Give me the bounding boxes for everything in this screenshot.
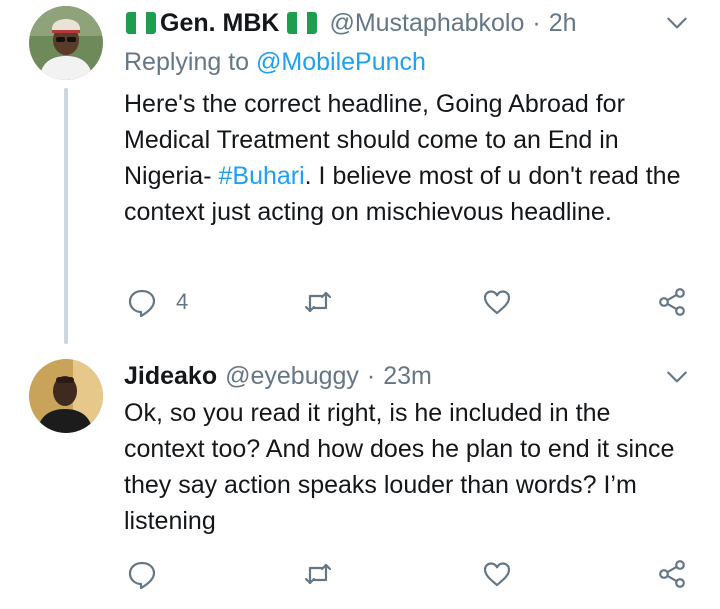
tweet-header: Gen. MBK @Mustaphabkolo · 2h xyxy=(124,5,577,41)
display-name[interactable]: Jideako xyxy=(124,362,217,391)
share-icon xyxy=(659,288,685,316)
timestamp[interactable]: 23m xyxy=(383,362,432,391)
retweet-button[interactable] xyxy=(302,554,334,594)
retweet-icon xyxy=(304,291,332,313)
tweet-text: Here's the correct headline, Going Abroa… xyxy=(124,86,694,230)
like-button[interactable] xyxy=(481,282,513,322)
avatar[interactable] xyxy=(29,359,103,433)
chevron-down-icon[interactable] xyxy=(664,364,690,390)
tweet-eyebuggy[interactable]: Jideako @eyebuggy · 23m Ok, so you read … xyxy=(0,344,720,609)
share-button[interactable] xyxy=(656,282,688,322)
chevron-down-icon[interactable] xyxy=(664,10,690,36)
user-handle[interactable]: @eyebuggy xyxy=(225,362,359,391)
tweet-actions: 4 xyxy=(124,282,694,322)
like-button[interactable] xyxy=(481,554,513,594)
separator-dot: · xyxy=(532,8,541,37)
display-name-text: Gen. MBK xyxy=(160,8,280,37)
replying-to-mention[interactable]: @MobilePunch xyxy=(256,48,426,76)
retweet-button[interactable] xyxy=(302,282,334,322)
hashtag-link[interactable]: #Buhari xyxy=(218,162,304,190)
thread-connector xyxy=(64,88,68,344)
nigeria-flag-icon xyxy=(126,12,156,34)
tweet-actions xyxy=(124,554,694,594)
reply-count: 4 xyxy=(176,289,189,314)
like-icon xyxy=(483,562,511,587)
nigeria-flag-icon xyxy=(287,12,318,34)
tweet-mustaphabkolo[interactable]: Gen. MBK @Mustaphabkolo · 2h Replying to… xyxy=(0,0,720,344)
replying-to: Replying to @MobilePunch xyxy=(124,48,426,77)
reply-icon xyxy=(128,561,156,590)
reply-button[interactable]: 4 xyxy=(126,282,188,322)
reply-icon xyxy=(128,289,156,318)
retweet-icon xyxy=(304,563,332,585)
tweet-header: Jideako @eyebuggy · 23m xyxy=(124,358,432,394)
share-button[interactable] xyxy=(656,554,688,594)
reply-button[interactable] xyxy=(126,554,158,594)
replying-to-label: Replying to xyxy=(124,48,250,76)
avatar[interactable] xyxy=(29,6,103,80)
separator-dot: · xyxy=(366,361,376,390)
tweet-text: Ok, so you read it right, is he included… xyxy=(124,399,675,535)
user-handle[interactable]: @Mustaphabkolo xyxy=(329,9,524,38)
timestamp[interactable]: 2h xyxy=(549,9,577,38)
like-icon xyxy=(483,290,511,315)
share-icon xyxy=(659,560,685,588)
display-name[interactable]: Gen. MBK xyxy=(124,9,321,38)
